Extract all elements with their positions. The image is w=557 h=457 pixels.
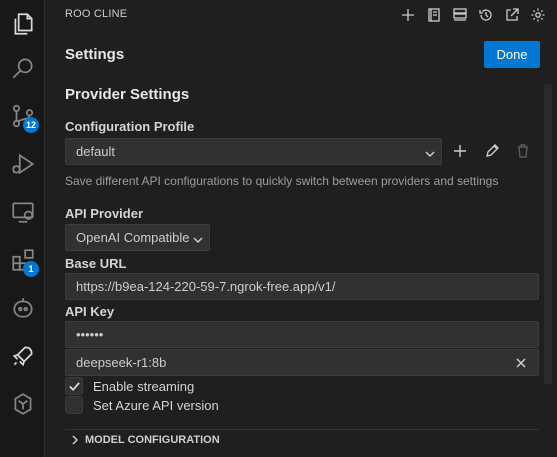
model-id-value: deepseek-r1:8b bbox=[76, 355, 167, 370]
scrollbar[interactable] bbox=[544, 84, 552, 384]
provider-settings-heading: Provider Settings bbox=[65, 86, 190, 103]
add-profile-button[interactable] bbox=[451, 142, 469, 160]
chevron-right-icon bbox=[72, 435, 79, 445]
source-control-badge: 12 bbox=[23, 117, 40, 133]
run-debug-icon bbox=[11, 153, 34, 175]
api-provider-value: OpenAI Compatible bbox=[76, 230, 190, 245]
settings-button[interactable] bbox=[528, 5, 547, 24]
extensions-badge: 1 bbox=[23, 261, 39, 277]
open-external-icon bbox=[505, 7, 519, 21]
popout-button[interactable] bbox=[502, 5, 521, 24]
chevron-down-icon bbox=[425, 147, 435, 158]
panel-header: ROO CLINE bbox=[45, 0, 557, 30]
history-icon bbox=[478, 8, 492, 21]
model-configuration-label: MODEL CONFIGURATION bbox=[85, 434, 220, 446]
api-provider-label: API Provider bbox=[65, 206, 144, 221]
plus-icon bbox=[454, 145, 466, 157]
files-icon bbox=[14, 13, 33, 35]
remote-explorer-icon bbox=[11, 202, 34, 223]
extensions-button[interactable]: 1 bbox=[0, 236, 45, 284]
rocket-icon bbox=[12, 346, 33, 367]
rocket-button[interactable] bbox=[0, 332, 45, 380]
prompts-button[interactable] bbox=[424, 5, 443, 24]
copilot-button[interactable] bbox=[0, 380, 45, 428]
robot-icon bbox=[12, 298, 33, 318]
roo-cline-panel: ROO CLINE Settings Done Provider Setting… bbox=[45, 0, 557, 457]
search-button[interactable] bbox=[0, 44, 45, 92]
model-configuration-toggle[interactable]: MODEL CONFIGURATION bbox=[71, 434, 220, 446]
section-divider bbox=[65, 429, 539, 430]
run-debug-button[interactable] bbox=[0, 140, 45, 188]
azure-api-version-label: Set Azure API version bbox=[93, 398, 219, 413]
explorer-button[interactable] bbox=[0, 0, 45, 48]
remote-explorer-button[interactable] bbox=[0, 188, 45, 236]
clear-model-button[interactable] bbox=[514, 356, 528, 370]
server-icon bbox=[452, 7, 467, 21]
trash-icon bbox=[518, 144, 528, 158]
config-profile-value: default bbox=[76, 144, 116, 159]
plus-icon bbox=[401, 8, 414, 21]
rename-profile-button[interactable] bbox=[483, 142, 501, 160]
pencil-icon bbox=[486, 144, 499, 157]
notebook-icon bbox=[427, 7, 440, 22]
source-control-button[interactable]: 12 bbox=[0, 92, 45, 140]
search-icon bbox=[12, 58, 33, 79]
robot-button[interactable] bbox=[0, 284, 45, 332]
base-url-label: Base URL bbox=[65, 256, 127, 271]
new-task-button[interactable] bbox=[398, 5, 417, 24]
config-profile-label: Configuration Profile bbox=[65, 119, 195, 134]
header-toolbar bbox=[398, 5, 547, 24]
enable-streaming-checkbox[interactable] bbox=[65, 377, 83, 395]
history-button[interactable] bbox=[476, 5, 495, 24]
api-key-label: API Key bbox=[65, 304, 115, 319]
gear-icon bbox=[531, 8, 544, 21]
config-profile-description: Save different API configurations to qui… bbox=[65, 174, 499, 188]
done-button[interactable]: Done bbox=[484, 41, 540, 68]
panel-title: ROO CLINE bbox=[65, 8, 128, 20]
enable-streaming-label: Enable streaming bbox=[93, 379, 195, 394]
base-url-value: https://b9ea-124-220-59-7.ngrok-free.app… bbox=[76, 279, 336, 294]
check-icon bbox=[68, 381, 80, 391]
api-key-value: •••••• bbox=[76, 327, 104, 342]
settings-title: Settings bbox=[65, 46, 125, 63]
activity-bar: 12 1 bbox=[0, 0, 45, 457]
mcp-servers-button[interactable] bbox=[450, 5, 469, 24]
azure-api-version-checkbox[interactable] bbox=[65, 396, 83, 414]
base-url-input[interactable]: https://b9ea-124-220-59-7.ngrok-free.app… bbox=[65, 273, 539, 300]
config-profile-select[interactable]: default bbox=[65, 138, 442, 165]
api-key-input[interactable]: •••••• bbox=[65, 321, 539, 348]
model-id-input[interactable]: deepseek-r1:8b bbox=[65, 349, 539, 376]
close-icon bbox=[516, 358, 526, 368]
api-provider-select[interactable]: OpenAI Compatible bbox=[65, 224, 210, 251]
copilot-icon bbox=[14, 393, 31, 415]
chevron-down-icon bbox=[193, 233, 203, 244]
delete-profile-button[interactable] bbox=[514, 142, 532, 160]
